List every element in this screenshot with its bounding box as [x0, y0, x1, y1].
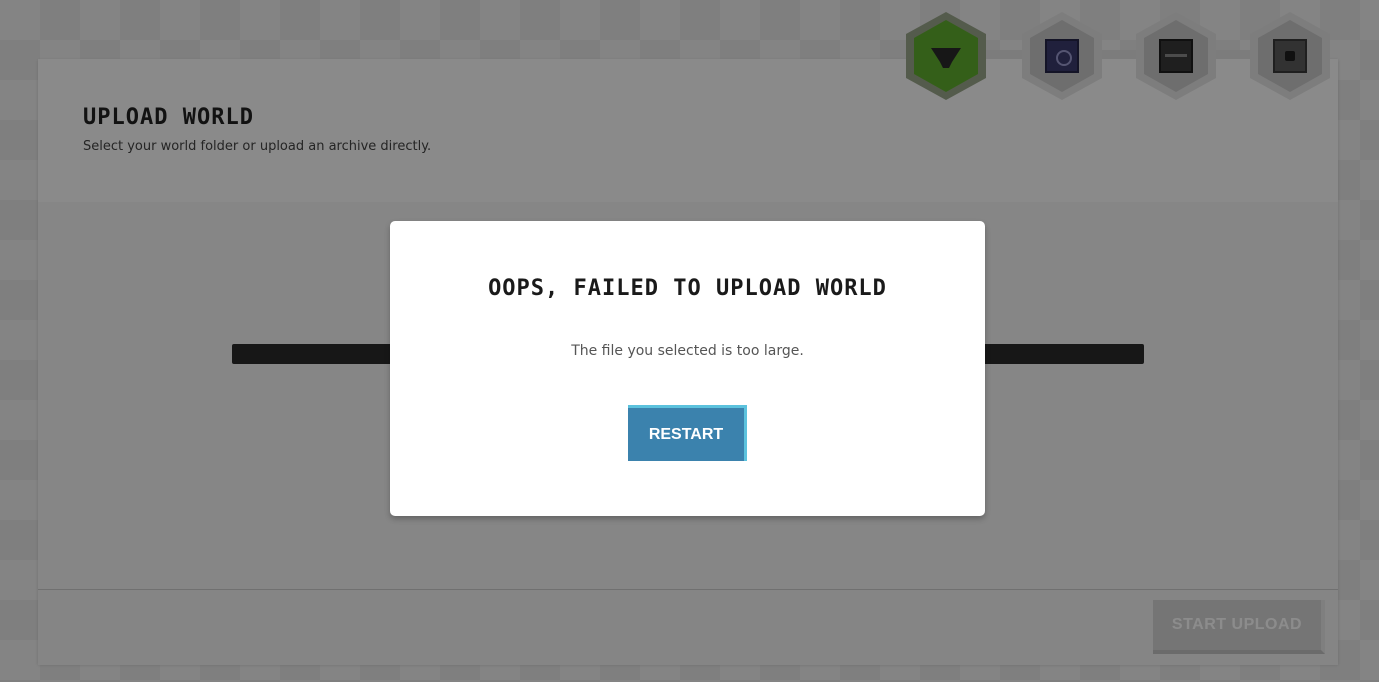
- restart-button[interactable]: RESTART: [628, 405, 747, 461]
- modal-title: OOPS, FAILED TO UPLOAD WORLD: [488, 276, 887, 301]
- modal-message: The file you selected is too large.: [571, 343, 804, 359]
- error-modal: OOPS, FAILED TO UPLOAD WORLD The file yo…: [390, 221, 985, 516]
